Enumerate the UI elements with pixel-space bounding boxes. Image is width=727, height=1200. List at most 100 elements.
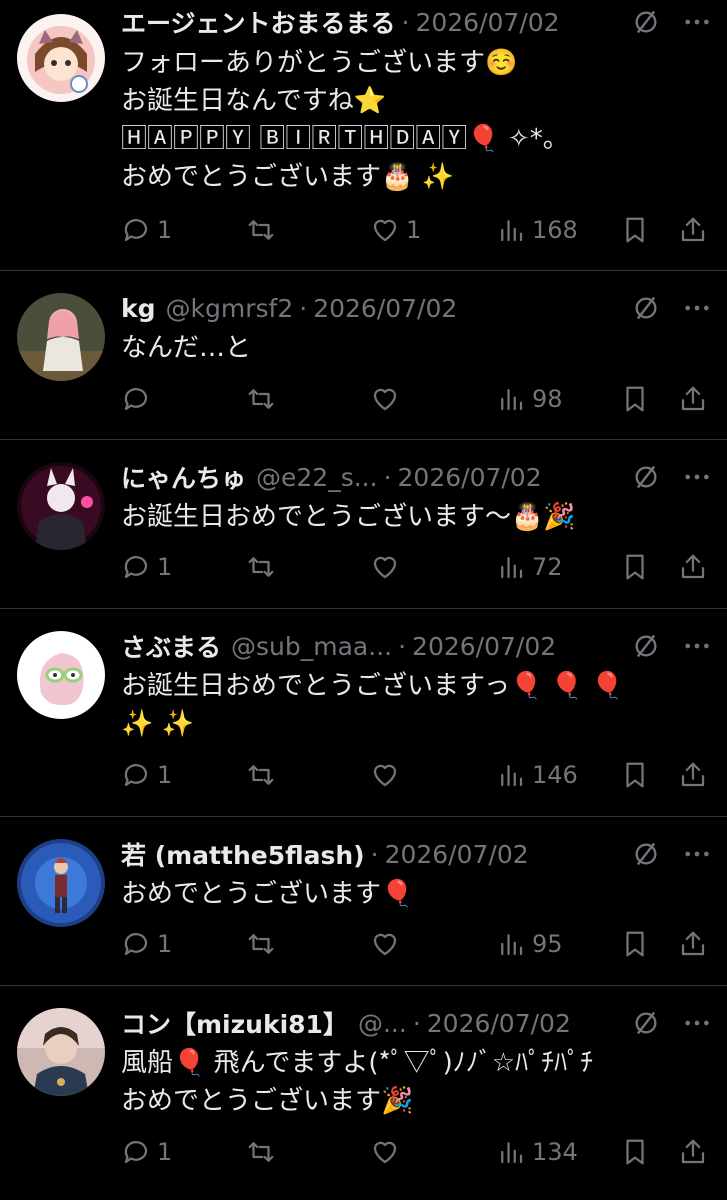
share-button[interactable]	[678, 924, 708, 964]
tweet[interactable]: エージェントおまるまる · 2026/07/02 フォローありがとうございます☺…	[0, 0, 727, 270]
display-name[interactable]: 若 (matthe5flash)	[121, 836, 365, 872]
timestamp[interactable]: 2026/07/02	[398, 463, 542, 492]
avatar[interactable]	[17, 839, 105, 927]
share-icon	[681, 386, 705, 411]
retweet-button[interactable]	[246, 1132, 282, 1172]
user-handle[interactable]: @...	[358, 1009, 407, 1038]
tweet[interactable]: 若 (matthe5flash) · 2026/07/02 おめでとうございます…	[0, 817, 727, 985]
tweet[interactable]: さぶまる @sub_maa... · 2026/07/02 お誕生日おめでとうご…	[0, 609, 727, 816]
share-button[interactable]	[678, 547, 708, 587]
bookmark-icon	[626, 1139, 644, 1165]
bookmark-button[interactable]	[620, 924, 650, 964]
grok-icon[interactable]	[632, 8, 660, 36]
retweet-icon	[248, 765, 274, 785]
grok-icon[interactable]	[632, 840, 660, 868]
avatar[interactable]	[17, 462, 105, 550]
display-name[interactable]: にゃんちゅ	[121, 459, 246, 495]
tweet-header: 若 (matthe5flash) · 2026/07/02	[121, 834, 599, 874]
tweet[interactable]: にゃんちゅ @e22_s... · 2026/07/02 お誕生日おめでとうござ…	[0, 440, 727, 608]
bookmark-button[interactable]	[620, 210, 650, 250]
reply-button[interactable]	[121, 379, 157, 419]
retweet-icon	[248, 934, 274, 954]
tweet[interactable]: kg @kgmrsf2 · 2026/07/02 なんだ…と 98	[0, 271, 727, 439]
reply-count: 1	[157, 1138, 173, 1166]
timestamp[interactable]: 2026/07/02	[415, 8, 559, 37]
bookmark-icon	[626, 554, 644, 580]
share-icon	[681, 762, 705, 787]
retweet-button[interactable]	[246, 755, 282, 795]
retweet-button[interactable]	[246, 924, 282, 964]
user-handle[interactable]: @e22_s...	[256, 463, 378, 492]
reply-button[interactable]: 1	[121, 547, 172, 587]
like-button[interactable]	[370, 755, 406, 795]
like-button[interactable]	[370, 379, 406, 419]
views-button[interactable]: 134	[496, 1132, 578, 1172]
tweet-header: エージェントおまるまる · 2026/07/02	[121, 2, 599, 42]
bookmark-button[interactable]	[620, 755, 650, 795]
avatar[interactable]	[17, 14, 105, 102]
reply-icon	[124, 388, 148, 411]
retweet-button[interactable]	[246, 210, 282, 250]
grok-icon[interactable]	[632, 632, 660, 660]
display-name[interactable]: さぶまる	[121, 628, 221, 664]
view-count: 168	[532, 216, 578, 244]
timestamp[interactable]: 2026/07/02	[427, 1009, 571, 1038]
reply-button[interactable]: 1	[121, 755, 172, 795]
avatar[interactable]	[17, 293, 105, 381]
reply-button[interactable]: 1	[121, 924, 172, 964]
bookmark-button[interactable]	[620, 547, 650, 587]
views-button[interactable]: 95	[496, 924, 563, 964]
more-icon[interactable]	[683, 8, 711, 36]
grok-icon[interactable]	[632, 1009, 660, 1037]
bookmark-icon	[626, 931, 644, 957]
view-count: 134	[532, 1138, 578, 1166]
like-button[interactable]	[370, 547, 406, 587]
user-handle[interactable]: @kgmrsf2	[166, 294, 294, 323]
share-button[interactable]	[678, 1132, 708, 1172]
share-icon	[681, 554, 705, 579]
display-name[interactable]: エージェントおまるまる	[121, 4, 396, 40]
display-name[interactable]: kg	[121, 294, 156, 323]
tweet-text: 風船🎈 飛んでますよ(*ﾟ▽ﾟ)ﾉﾉﾞ☆ﾊﾟﾁﾊﾟﾁ おめでとうございます🎉	[121, 1048, 594, 1116]
share-button[interactable]	[678, 210, 708, 250]
views-button[interactable]: 146	[496, 755, 578, 795]
grok-icon[interactable]	[632, 294, 660, 322]
reply-icon	[124, 219, 148, 242]
tweet-text: お誕生日おめでとうございますっ🎈 🎈 🎈 ✨ ✨	[121, 671, 624, 739]
views-button[interactable]: 168	[496, 210, 578, 250]
more-icon[interactable]	[683, 1009, 711, 1037]
views-icon	[501, 557, 523, 579]
user-handle[interactable]: @sub_maa...	[231, 632, 392, 661]
heart-icon	[373, 219, 397, 242]
timestamp[interactable]: 2026/07/02	[313, 294, 457, 323]
retweet-button[interactable]	[246, 547, 282, 587]
reply-feed: エージェントおまるまる · 2026/07/02 フォローありがとうございます☺…	[0, 0, 727, 1200]
more-icon[interactable]	[683, 463, 711, 491]
bookmark-button[interactable]	[620, 379, 650, 419]
timestamp[interactable]: 2026/07/02	[412, 632, 556, 661]
grok-icon[interactable]	[632, 463, 660, 491]
more-icon[interactable]	[683, 294, 711, 322]
more-icon[interactable]	[683, 632, 711, 660]
timestamp[interactable]: 2026/07/02	[385, 840, 529, 869]
share-button[interactable]	[678, 755, 708, 795]
reply-button[interactable]: 1	[121, 1132, 172, 1172]
avatar[interactable]	[17, 631, 105, 719]
separator-dot: ·	[370, 839, 379, 869]
like-button[interactable]: 1	[370, 210, 421, 250]
share-button[interactable]	[678, 379, 708, 419]
display-name[interactable]: コン【mizuki81】	[121, 1005, 348, 1041]
bookmark-button[interactable]	[620, 1132, 650, 1172]
more-icon[interactable]	[683, 840, 711, 868]
view-count: 146	[532, 761, 578, 789]
views-button[interactable]: 98	[496, 379, 563, 419]
share-icon	[681, 217, 705, 242]
like-button[interactable]	[370, 924, 406, 964]
tweet[interactable]: コン【mizuki81】 @... · 2026/07/02 風船🎈 飛んでます…	[0, 986, 727, 1200]
reply-button[interactable]: 1	[121, 210, 172, 250]
like-button[interactable]	[370, 1132, 406, 1172]
avatar[interactable]	[17, 1008, 105, 1096]
retweet-button[interactable]	[246, 379, 282, 419]
views-button[interactable]: 72	[496, 547, 563, 587]
tweet-text: おめでとうございます🎈	[121, 879, 414, 909]
